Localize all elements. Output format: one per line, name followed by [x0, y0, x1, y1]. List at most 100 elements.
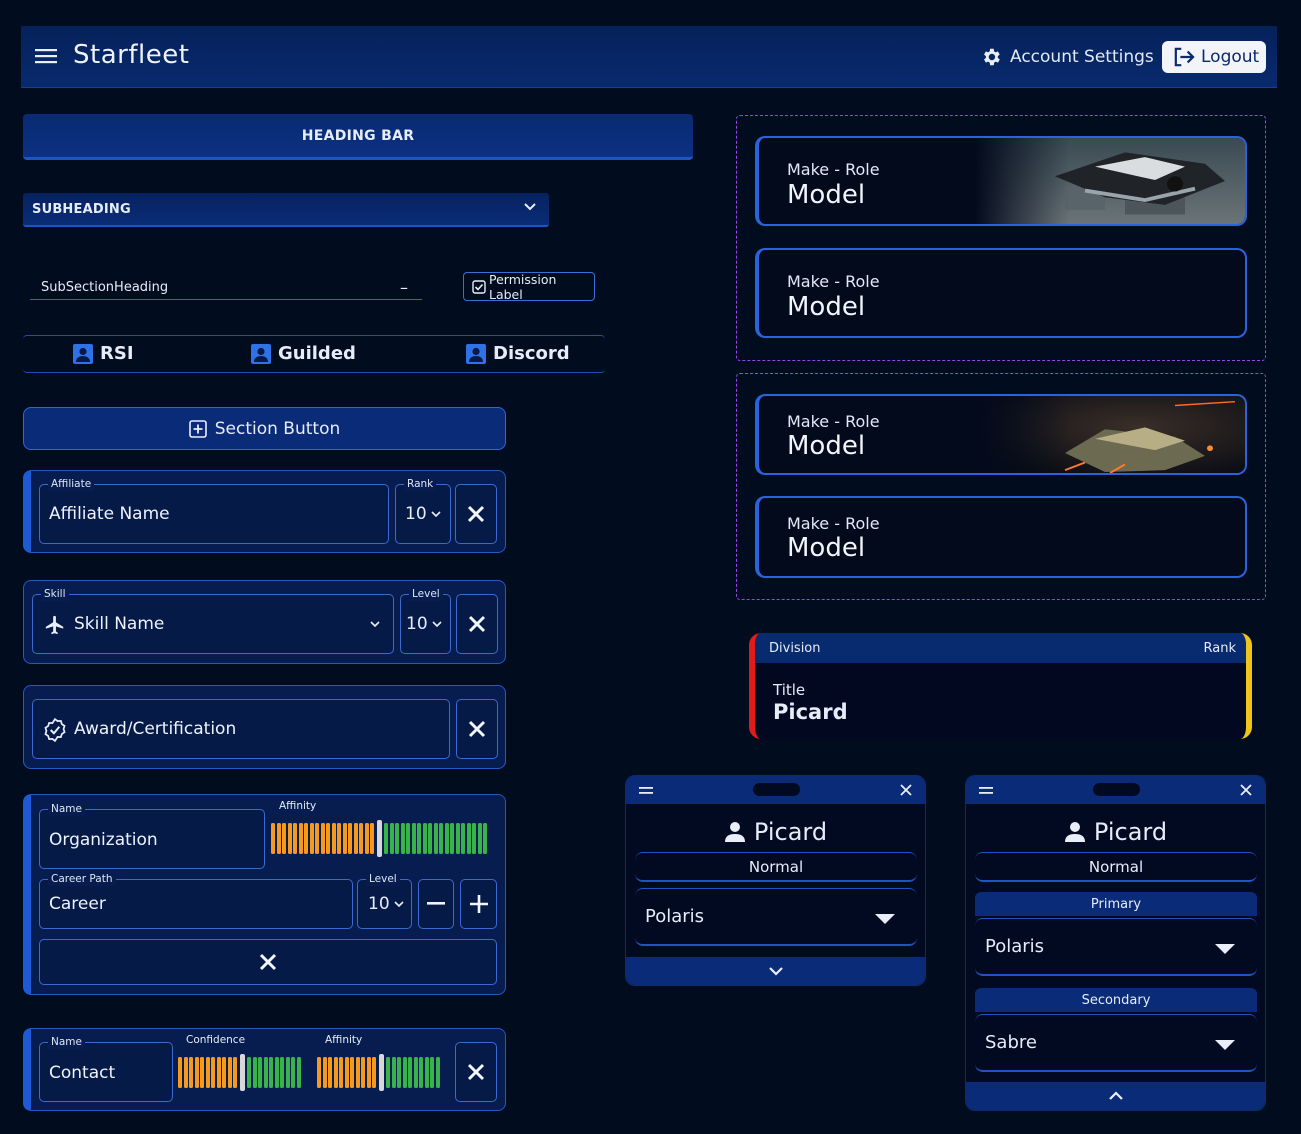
account-settings-button[interactable]: Account Settings — [980, 44, 1154, 70]
slider-segment — [269, 1057, 273, 1088]
slider-segment — [400, 823, 405, 854]
slider-segment — [339, 1057, 343, 1088]
slider-segment — [333, 1057, 338, 1088]
remove-contact-button[interactable] — [455, 1042, 497, 1102]
decrement-level-button[interactable] — [418, 879, 454, 929]
remove-skill-button[interactable] — [456, 594, 498, 654]
caret-down-icon — [875, 914, 895, 924]
field-value: Affiliate Name — [49, 504, 170, 524]
slider-knob[interactable] — [378, 1054, 384, 1091]
drag-handle-icon[interactable] — [639, 787, 653, 794]
division-card[interactable]: Division Rank Title Picard — [749, 633, 1252, 739]
affiliate-name-field[interactable]: Affiliate Affiliate Name — [39, 477, 389, 544]
slider-segment — [331, 823, 336, 854]
member-name-row: Picard — [966, 818, 1265, 846]
award-field[interactable]: Award/Certification — [32, 699, 450, 759]
ship-model: Model — [787, 292, 866, 322]
slider-segment — [361, 1057, 365, 1088]
ship-card[interactable]: Make - Role Model — [755, 248, 1247, 338]
expand-button[interactable] — [626, 957, 925, 985]
primary-ship-dropdown[interactable]: Polaris — [975, 918, 1257, 976]
ship-card[interactable]: Make - Role Model — [755, 496, 1247, 578]
slider-segment — [435, 1057, 440, 1088]
slider-segment — [252, 1057, 257, 1088]
slider-segment — [304, 823, 308, 854]
ship-card[interactable]: Make - Role Model — [755, 394, 1247, 475]
career-path-field[interactable]: Career Path Career — [39, 872, 353, 929]
app-header: Starfleet Account Settings Logout — [21, 26, 1277, 88]
organization-name-field[interactable]: Name Organization — [39, 802, 265, 869]
verified-badge-icon — [42, 717, 68, 743]
field-value: Career — [49, 894, 106, 914]
chevron-down-icon — [431, 510, 441, 518]
status-field[interactable]: Normal — [975, 852, 1257, 882]
link-rsi[interactable]: RSI — [73, 343, 134, 364]
primary-ship-value: Polaris — [985, 936, 1045, 957]
rank-select[interactable]: Rank 10 — [395, 477, 451, 544]
slider-segment — [337, 823, 341, 854]
slider-segment — [395, 823, 399, 854]
level-value: 10 — [368, 894, 390, 914]
slider-segment — [322, 1057, 327, 1088]
slider-segment — [455, 823, 460, 854]
remove-affiliate-button[interactable] — [455, 484, 497, 544]
secondary-heading: Secondary — [975, 988, 1257, 1012]
slider-segment — [222, 1057, 226, 1088]
subheading-label: SUBHEADING — [32, 201, 131, 217]
plus-icon — [469, 895, 488, 913]
permission-label[interactable]: Permission Label — [463, 271, 595, 302]
collapse-button[interactable] — [966, 1082, 1265, 1110]
slider-knob[interactable] — [239, 1054, 245, 1091]
contact-name-field[interactable]: Name Contact — [39, 1035, 173, 1102]
permission-label-text: Permission Label — [489, 271, 557, 302]
slider-segment — [364, 823, 369, 854]
subsection-heading[interactable]: SubSectionHeading – — [30, 278, 422, 300]
slider-segment — [370, 823, 374, 854]
slider-segment — [271, 823, 275, 854]
affinity-slider[interactable] — [317, 1054, 440, 1091]
drag-handle-icon[interactable] — [979, 787, 993, 794]
close-icon[interactable] — [900, 784, 912, 796]
slider-segment — [274, 1057, 279, 1088]
slider-segment — [263, 1057, 268, 1088]
skill-select[interactable]: Skill Skill Name — [32, 587, 394, 654]
user-box-icon — [251, 343, 271, 364]
menu-icon[interactable] — [35, 47, 57, 65]
user-icon — [1064, 821, 1086, 843]
chevron-up-icon — [1108, 1091, 1124, 1101]
level-select[interactable]: Level 10 — [400, 587, 451, 654]
status-field[interactable]: Normal — [635, 852, 917, 882]
remove-organization-button[interactable] — [39, 939, 497, 985]
slider-segment — [384, 823, 388, 854]
link-discord[interactable]: Discord — [466, 343, 570, 364]
slider-segment — [417, 823, 421, 854]
section-button[interactable]: Section Button — [23, 407, 506, 450]
slider-knob[interactable] — [376, 820, 382, 857]
remove-award-button[interactable] — [456, 699, 498, 759]
field-label: Level — [409, 587, 443, 601]
level-select[interactable]: Level 10 — [357, 872, 412, 929]
logout-icon — [1173, 47, 1195, 67]
ship-image — [975, 138, 1245, 224]
slider-segment — [461, 823, 465, 854]
field-label: Name — [48, 802, 85, 816]
collapse-toggle[interactable]: – — [400, 278, 408, 297]
increment-level-button[interactable] — [460, 879, 497, 929]
close-icon[interactable] — [1240, 784, 1252, 796]
confidence-slider[interactable] — [178, 1054, 301, 1091]
slider-segment — [194, 1057, 199, 1088]
affinity-slider[interactable] — [271, 820, 487, 857]
slider-segment — [450, 823, 454, 854]
ship-dropdown[interactable]: Polaris — [635, 888, 917, 946]
link-label: RSI — [100, 343, 134, 364]
slider-segment — [287, 823, 292, 854]
ship-card[interactable]: Make - Role Model — [755, 136, 1247, 226]
secondary-ship-dropdown[interactable]: Sabre — [975, 1014, 1257, 1072]
slider-segment — [466, 823, 471, 854]
logout-button[interactable]: Logout — [1162, 41, 1266, 73]
member-widget-expanded: Picard Normal Primary Polaris Secondary … — [965, 775, 1266, 1111]
link-guilded[interactable]: Guilded — [251, 343, 356, 364]
subheading-dropdown[interactable]: SUBHEADING — [23, 193, 549, 227]
slider-segment — [472, 823, 476, 854]
affinity-label: Affinity — [325, 1034, 363, 1046]
